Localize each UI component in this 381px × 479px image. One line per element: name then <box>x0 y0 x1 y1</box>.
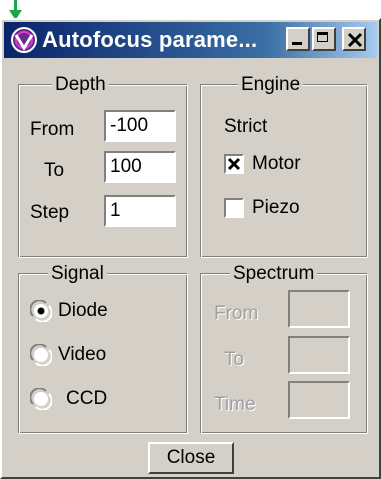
checkmark-x-icon <box>227 157 241 171</box>
spectrum-legend: Spectrum <box>230 263 318 285</box>
video-radio[interactable] <box>30 344 52 366</box>
piezo-checkbox[interactable] <box>224 198 244 218</box>
close-window-button[interactable] <box>342 27 366 51</box>
depth-step-field[interactable] <box>104 195 176 227</box>
ccd-label[interactable]: CCD <box>66 388 107 410</box>
motor-checkbox[interactable] <box>224 154 244 174</box>
depth-from-field[interactable] <box>104 110 176 142</box>
spectrum-to-label: To <box>224 349 245 370</box>
engine-legend: Engine <box>238 74 304 96</box>
spectrum-from-label: From <box>214 303 259 324</box>
spectrum-from-field <box>288 290 350 328</box>
autofocus-window: Autofocus parame... Depth From To Step E… <box>0 18 381 479</box>
title-bar[interactable]: Autofocus parame... <box>4 22 377 58</box>
motor-label[interactable]: Motor <box>252 153 301 175</box>
spectrum-time-label: Time <box>214 394 256 415</box>
video-label[interactable]: Video <box>58 344 106 366</box>
depth-step-label: Step <box>30 202 70 223</box>
depth-to-label: To <box>44 160 65 181</box>
radio-selected-dot <box>37 307 45 315</box>
spectrum-to-field <box>288 336 350 374</box>
maximize-button[interactable] <box>312 27 336 51</box>
close-icon <box>347 32 363 48</box>
depth-legend: Depth <box>52 74 109 96</box>
ccd-radio[interactable] <box>30 388 52 410</box>
app-logo-icon[interactable] <box>10 26 38 54</box>
depth-from-label: From <box>30 119 75 140</box>
minimize-button[interactable] <box>286 27 310 51</box>
depth-to-field[interactable] <box>104 151 176 183</box>
diode-label[interactable]: Diode <box>58 300 108 322</box>
spectrum-time-field <box>288 381 350 419</box>
piezo-label[interactable]: Piezo <box>252 197 300 219</box>
engine-strict-label: Strict <box>224 116 268 137</box>
signal-legend: Signal <box>48 263 107 285</box>
diode-radio[interactable] <box>30 300 52 322</box>
window-title: Autofocus parame... <box>42 27 258 52</box>
close-button[interactable]: Close <box>148 442 234 474</box>
